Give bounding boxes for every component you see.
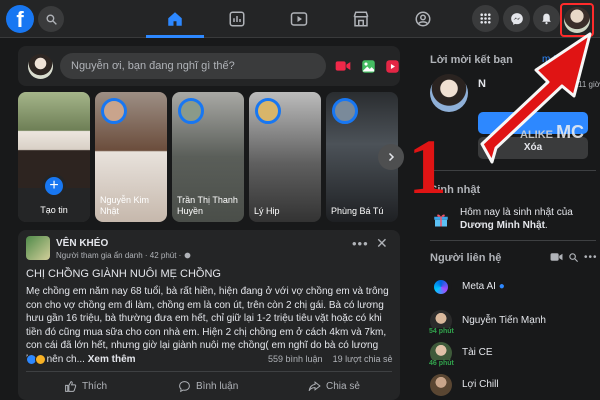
video-add-icon — [550, 253, 563, 261]
contact-name: Nguyễn Tiến Mạnh — [462, 315, 546, 326]
avatar[interactable] — [430, 74, 468, 112]
story-card[interactable]: Lý Hip — [249, 92, 321, 222]
story-name: Phùng Bá Tú — [331, 206, 384, 216]
whats-on-your-mind-input[interactable]: Nguyễn ơi, bạn đang nghĩ gì thế? — [60, 53, 326, 79]
last-active-badge: 54 phút — [428, 328, 455, 335]
chevron-right-icon — [388, 152, 395, 162]
story-name: Lý Hip — [254, 206, 280, 216]
like-button[interactable]: Thích — [64, 376, 107, 396]
share-button[interactable]: Chia sẻ — [308, 376, 360, 396]
post-meta: Người tham gia ẩn danh · 42 phút · — [56, 251, 191, 260]
contact-item[interactable]: 46 phút Tài CE — [428, 340, 600, 368]
home-icon — [168, 12, 182, 26]
tab-marketplace[interactable] — [332, 4, 390, 34]
meta-ai-icon — [430, 276, 452, 298]
live-video-icon — [335, 61, 350, 71]
tab-video[interactable] — [270, 4, 328, 34]
share-icon — [308, 380, 321, 391]
divider — [430, 170, 596, 171]
story-card[interactable]: Nguyễn Kim Nhật — [95, 92, 167, 222]
story-avatar — [332, 98, 358, 124]
last-active-badge: 46 phút — [428, 360, 455, 367]
photo-icon — [362, 59, 375, 73]
haha-reaction-icon — [35, 354, 46, 365]
post-stats: 559 bình luận 19 lượt chia sẻ — [268, 354, 393, 364]
thumbs-up-icon — [65, 380, 77, 392]
globe-icon — [184, 252, 190, 259]
search-icon — [569, 253, 579, 263]
story-avatar — [255, 98, 281, 124]
contacts-heading: Người liên hệ — [430, 252, 502, 264]
photo-video-button[interactable] — [360, 58, 377, 74]
share-count[interactable]: 19 lượt chia sẻ — [333, 354, 393, 364]
tab-chart[interactable] — [208, 4, 266, 34]
avatar[interactable] — [28, 54, 53, 79]
add-story-icon[interactable]: + — [42, 174, 66, 198]
divider — [26, 371, 392, 372]
store-icon — [353, 11, 369, 27]
gift-icon — [434, 214, 448, 227]
search-contacts-button[interactable] — [568, 252, 579, 266]
comment-count[interactable]: 559 bình luận — [268, 354, 323, 364]
comment-button[interactable]: Bình luận — [178, 376, 238, 396]
birthday-notice[interactable]: Hôm nay là sinh nhật của Dương Minh Nhật… — [460, 206, 600, 232]
post-title: CHỊ CHỒNG GIÀNH NUÔI MẸ CHỒNG — [26, 268, 221, 280]
watermark: ALIKE MC — [520, 122, 584, 143]
story-avatar — [178, 98, 204, 124]
contact-name: Tài CE — [462, 347, 493, 358]
story-avatar — [101, 98, 127, 124]
contacts-options-button[interactable]: ••• — [584, 252, 598, 263]
search-icon — [45, 13, 57, 25]
hide-post-button[interactable]: ✕ — [376, 235, 388, 252]
contact-item[interactable]: Meta AI ● — [430, 274, 600, 302]
step-number-annotation: 1 — [408, 123, 447, 210]
watermark-logo: MC — [556, 122, 585, 142]
stories-next-button[interactable] — [378, 144, 404, 170]
feed-post: VÊN KHÉO Người tham gia ẩn danh · 42 phú… — [18, 230, 400, 400]
see-more-link[interactable]: Xem thêm — [88, 354, 136, 365]
comment-label: Bình luận — [196, 380, 239, 392]
contact-name: Meta AI ● — [462, 281, 505, 292]
post-composer: Nguyễn ơi, bạn đang nghĩ gì thế? — [18, 46, 400, 86]
story-card[interactable]: Trần Thị Thanh Huyền — [172, 92, 244, 222]
contact-item[interactable]: 54 phút Nguyễn Tiến Mạnh — [428, 308, 600, 336]
post-options-button[interactable]: ••• — [352, 236, 369, 251]
create-story-card[interactable]: + Tạo tin — [18, 92, 90, 222]
group-avatar[interactable] — [26, 236, 50, 260]
birthday-name: Dương Minh Nhật — [460, 220, 545, 231]
reel-button[interactable] — [384, 58, 401, 74]
live-video-button[interactable] — [334, 58, 351, 74]
play-icon — [290, 12, 308, 26]
facebook-logo[interactable]: f — [6, 5, 34, 33]
story-name: Trần Thị Thanh Huyền — [177, 195, 238, 216]
reel-icon — [386, 59, 399, 73]
verified-icon: ● — [498, 281, 505, 292]
watermark-text: ALIKE — [520, 129, 553, 141]
divider — [430, 240, 596, 241]
story-name: Nguyễn Kim Nhật — [100, 195, 150, 216]
like-label: Thích — [82, 380, 108, 392]
tab-home[interactable] — [146, 4, 204, 38]
red-arrow-annotation — [480, 32, 592, 164]
contact-name: Lợi Chill — [462, 379, 499, 390]
post-author[interactable]: VÊN KHÉO — [56, 238, 108, 249]
avatar — [430, 374, 452, 396]
reaction-summary[interactable] — [26, 354, 46, 365]
new-room-button[interactable] — [550, 252, 563, 265]
stories-tray: + Tạo tin Nguyễn Kim Nhật Trần Thị Thanh… — [18, 92, 404, 222]
birthday-prefix: Hôm nay là sinh nhật của — [460, 207, 573, 218]
chart-icon — [229, 11, 245, 27]
contact-item[interactable]: Lợi Chill — [430, 372, 600, 400]
search-button[interactable] — [38, 6, 64, 32]
post-meta-text: Người tham gia ẩn danh · 42 phút · — [56, 251, 184, 260]
create-story-label: Tạo tin — [40, 205, 68, 215]
groups-icon — [415, 11, 431, 27]
tab-groups[interactable] — [394, 4, 452, 34]
comment-icon — [179, 380, 190, 392]
share-label: Chia sẻ — [326, 380, 360, 392]
